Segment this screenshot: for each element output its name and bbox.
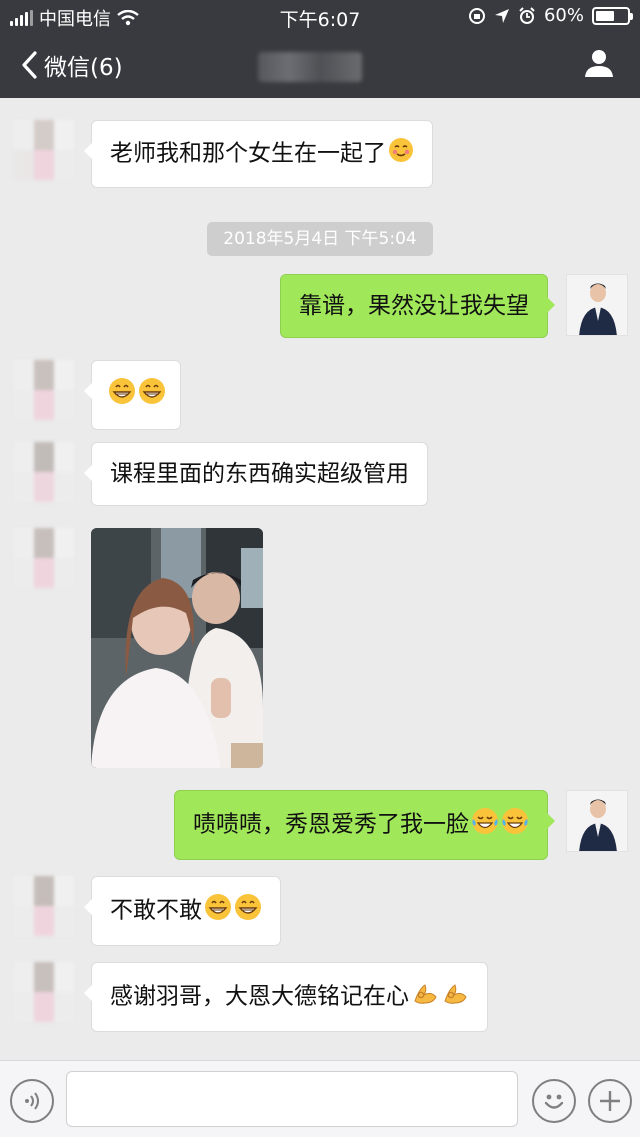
ok-hand-icon: [441, 979, 469, 1015]
battery-icon: [592, 6, 633, 25]
message-bubble[interactable]: 感谢羽哥，大恩大德铭记在心: [84, 962, 488, 1032]
voice-icon: [25, 1092, 39, 1110]
chat-area[interactable]: 老师我和那个女生在一起了 2018年5月4日 下午5:04 靠谱，果然没让我失望: [0, 98, 640, 1060]
contact-avatar[interactable]: [14, 442, 74, 502]
plus-icon: [600, 1091, 620, 1111]
input-bar: [0, 1060, 640, 1137]
message-bubble[interactable]: 课程里面的东西确实超级管用: [84, 442, 428, 506]
chat-info-button[interactable]: [584, 48, 614, 82]
tears-of-joy-face-icon: [501, 807, 529, 843]
grin-face-icon: [108, 377, 136, 413]
message-text: 课程里面的东西确实超级管用: [110, 461, 409, 487]
contact-avatar[interactable]: [14, 120, 74, 180]
tears-of-joy-face-icon: [471, 807, 499, 843]
emoji-icon: [544, 1094, 564, 1109]
chat-title-blurred: [258, 52, 362, 82]
message-text: 感谢羽哥，大恩大德铭记在心: [110, 983, 409, 1010]
grin-face-icon: [138, 377, 166, 413]
rotation-lock-icon: [468, 7, 485, 24]
photo-message[interactable]: [91, 528, 263, 768]
alarm-icon: [519, 6, 535, 24]
ok-hand-icon: [411, 979, 439, 1015]
status-bar: 中国电信 下午6:07 60%: [0, 0, 640, 34]
back-button[interactable]: 微信(6): [20, 48, 123, 82]
message-bubble[interactable]: 靠谱，果然没让我失望: [280, 274, 555, 338]
person-icon: [585, 50, 613, 77]
blush-face-icon: [388, 137, 414, 171]
contact-avatar[interactable]: [14, 528, 74, 588]
message-bubble[interactable]: [84, 360, 181, 430]
message-bubble[interactable]: 啧啧啧，秀恩爱秀了我一脸: [174, 790, 555, 860]
more-button[interactable]: [588, 1079, 632, 1123]
battery-percent: 60%: [543, 5, 584, 26]
contact-avatar[interactable]: [14, 962, 74, 1022]
my-avatar[interactable]: [566, 274, 628, 336]
grin-face-icon: [234, 893, 262, 929]
message-input[interactable]: [66, 1071, 518, 1127]
timestamp: 2018年5月4日 下午5:04: [207, 222, 433, 256]
message-text: 啧啧啧，秀恩爱秀了我一脸: [193, 811, 469, 838]
message-bubble[interactable]: 不敢不敢: [84, 876, 281, 946]
grin-face-icon: [204, 893, 232, 929]
message-text: 不敢不敢: [110, 897, 202, 924]
emoji-button[interactable]: [532, 1079, 576, 1123]
message-bubble[interactable]: 老师我和那个女生在一起了: [84, 120, 433, 188]
contact-avatar[interactable]: [14, 360, 74, 420]
location-icon: [494, 8, 509, 23]
message-text: 老师我和那个女生在一起了: [110, 140, 386, 167]
message-text: 靠谱，果然没让我失望: [299, 293, 529, 319]
back-label: 微信(6): [44, 55, 123, 81]
contact-avatar[interactable]: [14, 876, 74, 936]
chevron-left-icon: [22, 51, 37, 79]
voice-button[interactable]: [10, 1079, 54, 1123]
nav-bar: 微信(6): [0, 34, 640, 98]
my-avatar[interactable]: [566, 790, 628, 852]
